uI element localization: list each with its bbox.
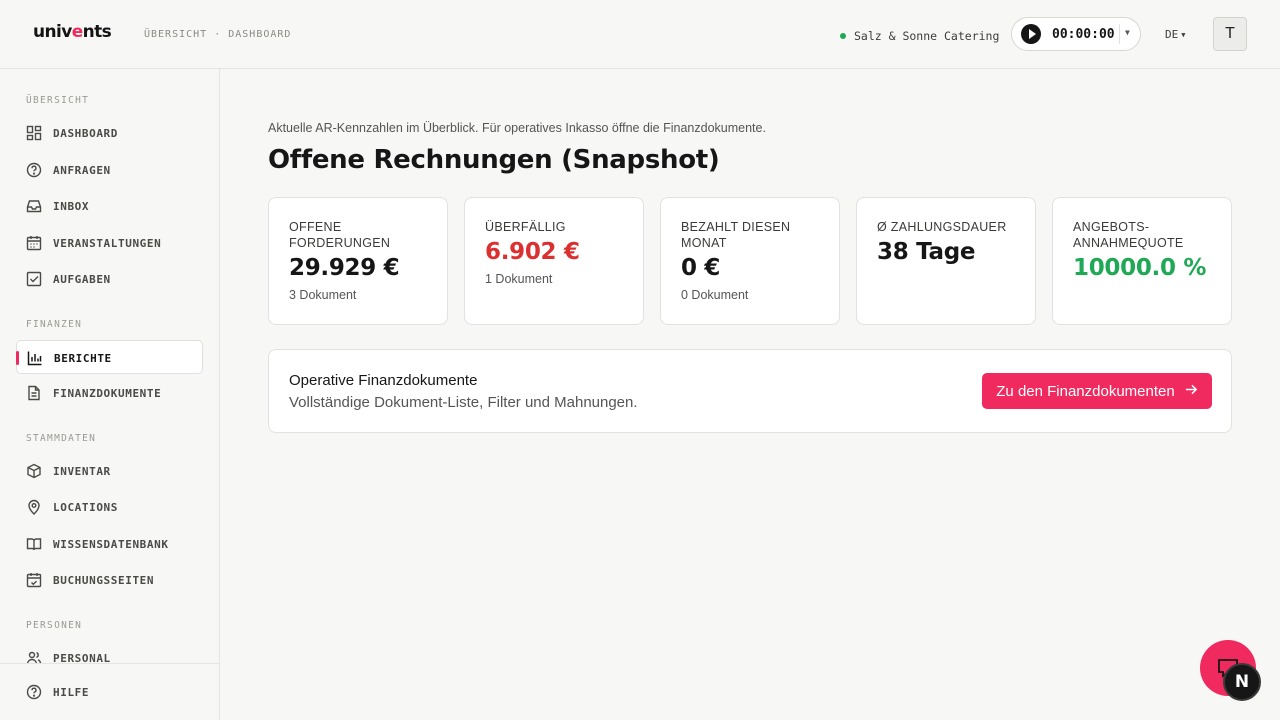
help-circle-icon <box>26 162 42 178</box>
sidebar-item-label: HILFE <box>53 686 90 699</box>
sidebar-item-label: LOCATIONS <box>53 501 119 514</box>
sidebar-item-label: INVENTAR <box>53 465 111 478</box>
sidebar-item-inventar[interactable]: INVENTAR <box>16 454 203 488</box>
sidebar-item-inbox[interactable]: INBOX <box>16 189 203 223</box>
sidebar-item-locations[interactable]: LOCATIONS <box>16 490 203 524</box>
operative-documents-card: Operative Finanzdokumente Vollständige D… <box>268 349 1232 433</box>
sidebar-item-dashboard[interactable]: DASHBOARD <box>16 116 203 150</box>
avatar[interactable]: T <box>1213 17 1247 51</box>
breadcrumb: ÜBERSICHT · DASHBOARD <box>144 29 292 40</box>
kpi-subtext: 0 Dokument <box>681 288 749 302</box>
kpi-card-acceptance-rate: ANGEBOTS-ANNAHMEQUOTE 10000.0 % <box>1052 197 1232 325</box>
inbox-icon <box>26 198 42 214</box>
kpi-value: 0 € <box>681 255 721 281</box>
top-bar: univents ÜBERSICHT · DASHBOARD Salz & So… <box>0 0 1280 69</box>
help-circle-icon <box>26 684 42 700</box>
kpi-value: 29.929 € <box>289 255 400 281</box>
to-finance-documents-button[interactable]: Zu den Finanzdokumenten <box>982 373 1212 409</box>
kpi-label: OFFENE FORDERUNGEN <box>289 220 391 250</box>
sidebar-item-label: WISSENSDATENBANK <box>53 538 169 551</box>
kpi-label: ANGEBOTS-ANNAHMEQUOTE <box>1073 220 1184 250</box>
online-status-dot <box>840 33 846 39</box>
sidebar-item-finanzdokumente[interactable]: FINANZDOKUMENTE <box>16 376 203 410</box>
sidebar-item-veranstaltungen[interactable]: VERANSTALTUNGEN <box>16 226 203 260</box>
section-label-people: PERSONEN <box>26 620 83 631</box>
chevron-down-icon[interactable]: ▼ <box>1125 28 1130 37</box>
sidebar-item-label: ANFRAGEN <box>53 164 111 177</box>
section-label-overview: ÜBERSICHT <box>26 95 90 106</box>
sidebar-item-label: FINANZDOKUMENTE <box>53 387 162 400</box>
sidebar-item-aufgaben[interactable]: AUFGABEN <box>16 262 203 296</box>
kpi-subtext: 3 Dokument <box>289 288 357 302</box>
card-subtitle: Vollständige Dokument-Liste, Filter und … <box>289 394 638 411</box>
dashboard-icon <box>26 125 42 141</box>
kpi-value: 38 Tage <box>877 239 976 265</box>
checkbox-icon <box>26 271 42 287</box>
sidebar-item-berichte[interactable]: BERICHTE <box>16 340 203 374</box>
document-icon <box>26 385 42 401</box>
sidebar-item-wissensdatenbank[interactable]: WISSENSDATENBANK <box>16 527 203 561</box>
company-name: Salz & Sonne Catering <box>854 29 1000 43</box>
sidebar-item-label: VERANSTALTUNGEN <box>53 237 162 250</box>
kpi-card-payment-duration: Ø ZAHLUNGSDAUER 38 Tage <box>856 197 1036 325</box>
sidebar-item-buchungsseiten[interactable]: BUCHUNGSSEITEN <box>16 563 203 597</box>
play-icon[interactable] <box>1021 24 1041 44</box>
kpi-label: BEZAHLT DIESEN MONAT <box>681 220 791 250</box>
company-selector[interactable]: Salz & Sonne Catering <box>840 29 999 43</box>
book-icon <box>26 536 42 552</box>
section-label-finance: FINANZEN <box>26 319 83 330</box>
language-selector[interactable]: DE ▼ <box>1165 28 1185 41</box>
kpi-card-open-receivables: OFFENE FORDERUNGEN 29.929 € 3 Dokument <box>268 197 448 325</box>
kpi-card-paid-this-month: BEZAHLT DIESEN MONAT 0 € 0 Dokument <box>660 197 840 325</box>
kpi-value: 6.902 € <box>485 239 580 265</box>
map-pin-icon <box>26 499 42 515</box>
card-title: Operative Finanzdokumente <box>289 372 478 389</box>
sidebar-item-label: DASHBOARD <box>53 127 119 140</box>
calendar-icon <box>26 235 42 251</box>
kpi-label: ÜBERFÄLLIG <box>485 220 566 234</box>
sidebar-item-label: BUCHUNGSSEITEN <box>53 574 155 587</box>
page-intro: Aktuelle AR-Kennzahlen im Überblick. Für… <box>268 121 766 135</box>
calendar-check-icon <box>26 572 42 588</box>
kpi-label: Ø ZAHLUNGSDAUER <box>877 220 1007 234</box>
kpi-card-overdue: ÜBERFÄLLIG 6.902 € 1 Dokument <box>464 197 644 325</box>
arrow-right-icon <box>1185 383 1198 400</box>
chevron-down-icon: ▼ <box>1181 31 1186 39</box>
timer-divider <box>1119 24 1120 44</box>
kpi-value: 10000.0 % <box>1073 255 1207 281</box>
sidebar-item-label: INBOX <box>53 200 90 213</box>
sidebar-item-hilfe[interactable]: HILFE <box>16 675 203 709</box>
sidebar-item-label: BERICHTE <box>54 352 112 365</box>
page-title: Offene Rechnungen (Snapshot) <box>268 145 720 175</box>
time-tracker: 00:00:00 ▼ <box>1011 17 1141 51</box>
univents-logo[interactable]: univents <box>33 22 112 42</box>
bar-chart-icon <box>27 350 43 366</box>
box-icon <box>26 463 42 479</box>
n-badge-icon[interactable]: N <box>1223 663 1261 701</box>
sidebar-footer: HILFE <box>0 663 219 720</box>
kpi-subtext: 1 Dokument <box>485 272 553 286</box>
sidebar: ÜBERSICHT DASHBOARD ANFRAGEN INBOX VERAN… <box>0 69 220 720</box>
sidebar-item-anfragen[interactable]: ANFRAGEN <box>16 153 203 187</box>
section-label-master-data: STAMMDATEN <box>26 433 97 444</box>
sidebar-item-label: AUFGABEN <box>53 273 111 286</box>
timer-value: 00:00:00 <box>1052 26 1115 42</box>
